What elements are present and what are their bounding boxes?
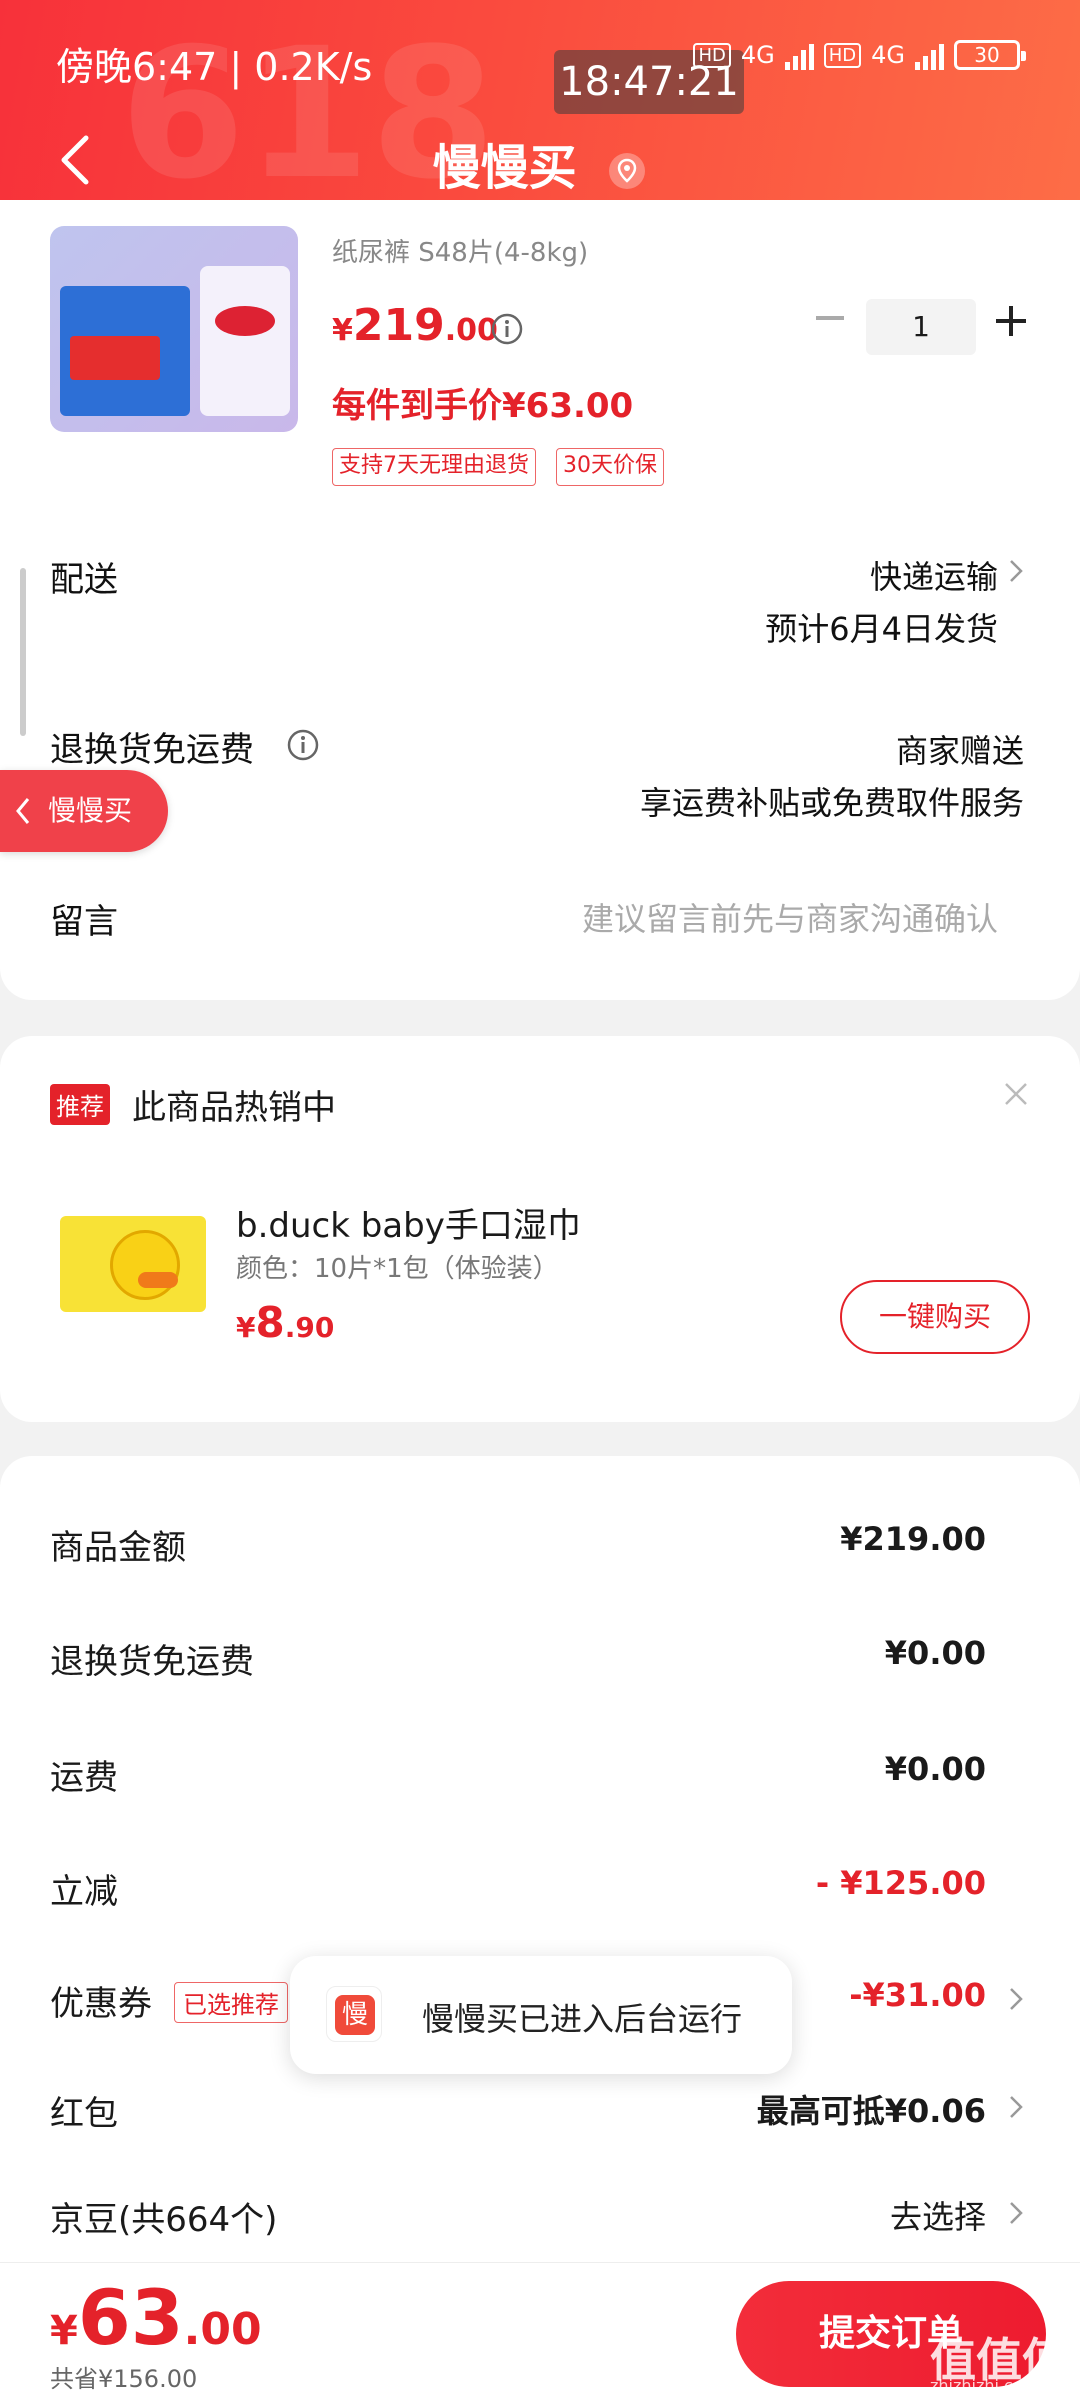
tag-return: 支持7天无理由退货: [332, 448, 536, 486]
delivery-label: 配送: [50, 560, 118, 600]
hd-icon: HD: [693, 42, 731, 68]
page-title: 慢慢买: [0, 128, 1080, 198]
unit-price: 每件到手价¥63.00: [332, 386, 634, 426]
red-packet-label: 红包: [50, 2094, 118, 2134]
recommend-product-price: ¥8.90: [236, 1298, 335, 1347]
total-price: ¥63.00: [50, 2273, 262, 2362]
hd-icon: HD: [823, 42, 862, 68]
background-toast: 慢 慢慢买已进入后台运行: [290, 1956, 792, 2074]
return-shipping-desc: 享运费补贴或免费取件服务: [639, 784, 1024, 822]
recommend-product-spec: 颜色：10片*1包（体验装）: [236, 1254, 559, 1284]
floating-back-button[interactable]: 慢慢买: [0, 770, 168, 852]
scrollbar[interactable]: [20, 568, 26, 736]
return-fee-value: ¥0.00: [884, 1634, 986, 1672]
goods-amount-value: ¥219.00: [840, 1520, 986, 1558]
discount-value: - ¥125.00: [815, 1864, 986, 1902]
close-icon[interactable]: [1002, 1080, 1030, 1108]
chevron-right-icon[interactable]: [1008, 2094, 1024, 2120]
network-label: 4G: [871, 41, 905, 69]
app-icon: 慢: [326, 1986, 382, 2042]
watermark-url: zhizhizhi.com: [930, 2376, 1039, 2395]
coupon-badge: 已选推荐: [174, 1982, 288, 2023]
one-click-buy-button[interactable]: 一键购买: [840, 1280, 1030, 1354]
bottom-bar: ¥63.00 共省¥156.00 提交订单: [0, 2262, 1080, 2400]
info-icon[interactable]: [286, 728, 320, 762]
chevron-right-icon[interactable]: [1008, 1986, 1024, 2012]
status-icons: HD 4G HD 4G 30: [693, 40, 1026, 70]
goods-amount-label: 商品金额: [50, 1528, 186, 1568]
red-packet-value[interactable]: 最高可抵¥0.06: [757, 2086, 986, 2132]
location-icon[interactable]: [607, 151, 647, 191]
shipping-label: 运费: [50, 1758, 118, 1798]
discount-label: 立减: [50, 1872, 118, 1912]
product-image[interactable]: [50, 226, 298, 432]
tag-price-protect: 30天价保: [556, 448, 664, 486]
coupon-label: 优惠券: [50, 1984, 152, 2024]
message-input[interactable]: 建议留言前先与商家沟通确认: [582, 894, 998, 940]
page-title-text: 慢慢买: [432, 140, 577, 196]
delivery-date: 预计6月4日发货: [765, 610, 998, 648]
return-fee-label: 退换货免运费: [50, 1642, 254, 1682]
jd-beans-value[interactable]: 去选择: [890, 2192, 986, 2238]
price-summary-card: 商品金额 ¥219.00 退换货免运费 ¥0.00 运费 ¥0.00 立减 - …: [0, 1456, 1080, 2276]
toast-text: 慢慢买已进入后台运行: [422, 2000, 743, 2038]
floating-back-label: 慢慢买: [48, 794, 133, 827]
product-price: ¥219.00: [332, 300, 498, 351]
order-detail-card: 纸尿裤 S48片(4-8kg) ¥219.00 1 每件到手价¥63.00 支持…: [0, 200, 1080, 1000]
total-saved: 共省¥156.00: [50, 2365, 198, 2393]
chevron-right-icon[interactable]: [1008, 2200, 1024, 2226]
recommend-card: 推荐 此商品热销中 b.duck baby手口湿巾 颜色：10片*1包（体验装）…: [0, 1036, 1080, 1422]
message-label: 留言: [50, 902, 118, 942]
network-label: 4G: [740, 41, 775, 69]
app-header: 618 傍晚6:47 | 0.2K/s 18:47:21 HD 4G HD 4G…: [0, 0, 1080, 232]
status-time: 傍晚6:47 | 0.2K/s: [56, 45, 373, 89]
return-shipping-label: 退换货免运费: [50, 730, 254, 770]
signal-icon: [784, 40, 814, 70]
jd-beans-label: 京豆(共664个): [50, 2200, 278, 2240]
recommend-product-name[interactable]: b.duck baby手口湿巾: [236, 1198, 581, 1247]
signal-icon: [915, 40, 944, 70]
delivery-method[interactable]: 快递运输: [870, 552, 998, 598]
battery-icon: 30: [954, 40, 1026, 70]
recommend-product-image[interactable]: [60, 1216, 206, 1312]
quantity-value[interactable]: 1: [866, 299, 976, 355]
quantity-increase-button[interactable]: [996, 306, 1026, 336]
chevron-right-icon[interactable]: [1008, 558, 1024, 584]
return-shipping-value: 商家赠送: [895, 732, 1024, 770]
recommend-title: 此商品热销中: [132, 1088, 336, 1128]
quantity-decrease-button[interactable]: [816, 316, 844, 320]
info-icon[interactable]: [490, 312, 524, 346]
chevron-left-icon: [16, 798, 30, 824]
shipping-value: ¥0.00: [884, 1750, 986, 1788]
coupon-value[interactable]: -¥31.00: [849, 1976, 986, 2014]
product-spec: 纸尿裤 S48片(4-8kg): [332, 238, 589, 268]
recommend-badge: 推荐: [50, 1084, 110, 1125]
